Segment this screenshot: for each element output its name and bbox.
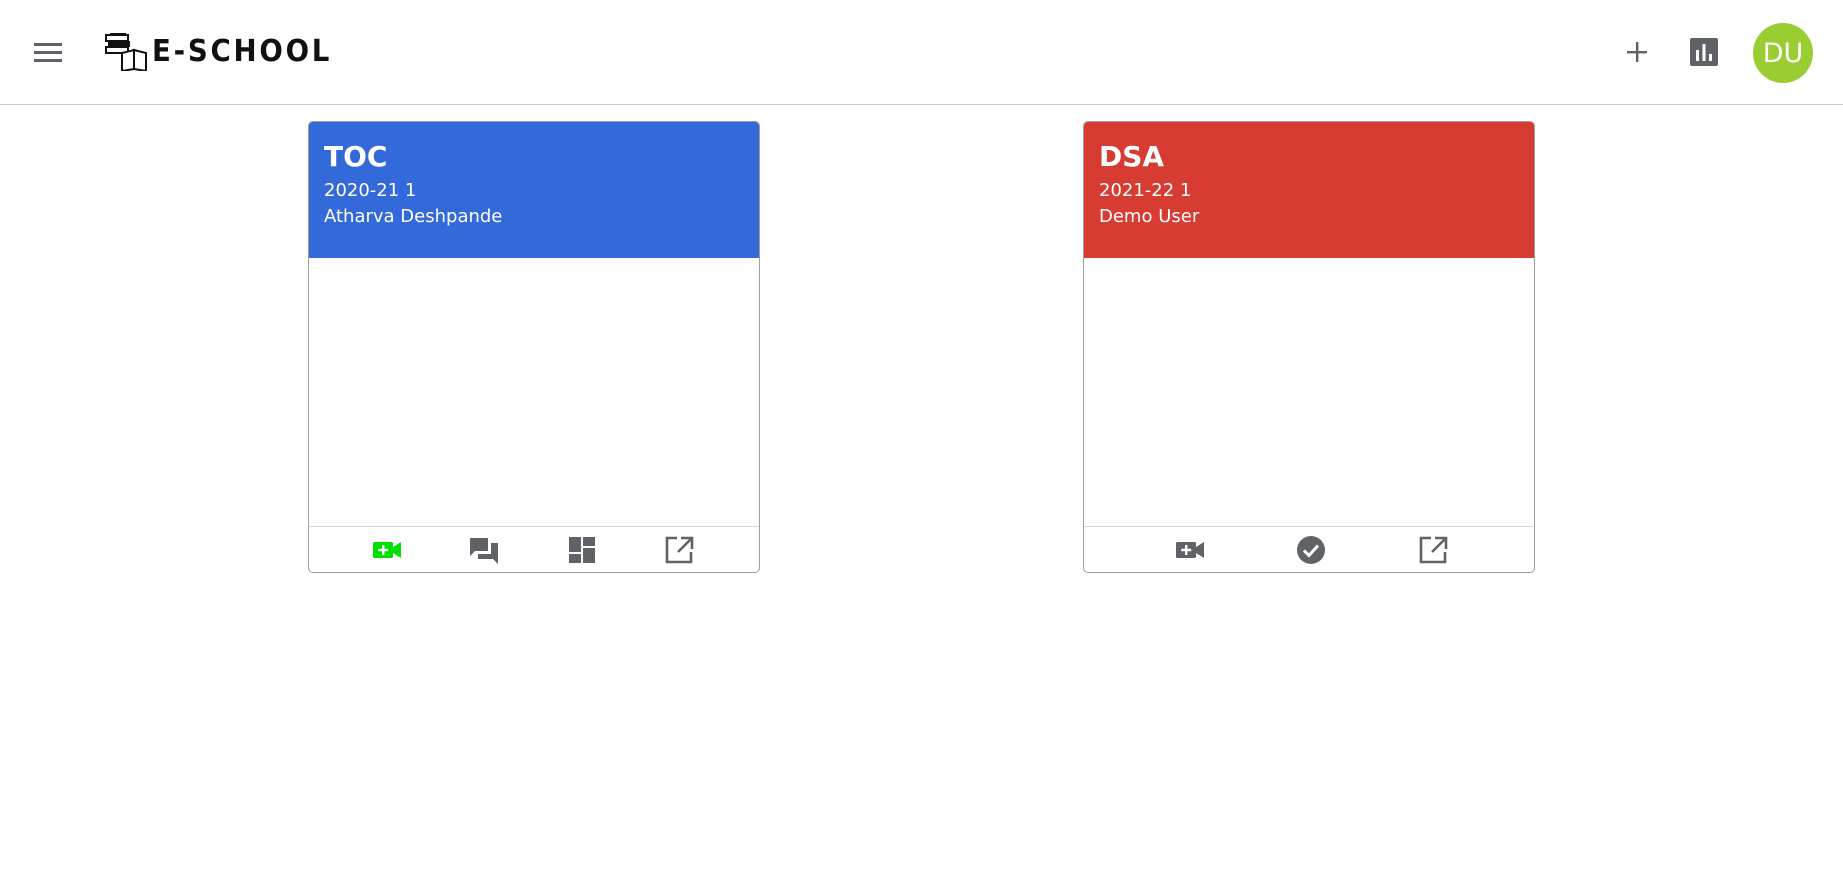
class-teacher: Demo User	[1099, 206, 1200, 227]
class-card-header[interactable]: DSA 2021-22 1 Demo User	[1084, 122, 1534, 258]
user-avatar[interactable]: DU	[1753, 23, 1813, 83]
class-card-header[interactable]: TOC 2020-21 1 Atharva Deshpande	[309, 122, 759, 258]
class-year: 2020-21 1	[324, 180, 417, 201]
plus-icon[interactable]	[1619, 34, 1655, 70]
top-app-bar: E-SCHOOL DU	[0, 0, 1843, 105]
dashboard-icon[interactable]	[566, 535, 598, 565]
class-year: 2021-22 1	[1099, 180, 1192, 201]
class-card-actions	[309, 526, 759, 572]
app-title: E-SCHOOL	[152, 33, 333, 69]
class-name[interactable]: DSA	[1099, 140, 1519, 174]
video-call-add-icon[interactable]	[1174, 535, 1206, 565]
check-circle-icon[interactable]	[1295, 535, 1327, 565]
hamburger-menu-icon[interactable]	[28, 34, 68, 70]
class-card-toc: TOC 2020-21 1 Atharva Deshpande	[308, 121, 760, 573]
app-logo[interactable]: E-SCHOOL	[104, 30, 348, 73]
class-card-dsa: DSA 2021-22 1 Demo User	[1083, 121, 1535, 573]
forum-icon[interactable]	[468, 535, 500, 565]
bar-chart-icon[interactable]	[1688, 36, 1720, 68]
open-in-new-icon[interactable]	[663, 535, 695, 565]
class-name[interactable]: TOC	[324, 140, 744, 174]
books-logo-icon	[104, 31, 148, 73]
open-in-new-icon[interactable]	[1417, 535, 1449, 565]
class-teacher: Atharva Deshpande	[324, 206, 503, 227]
class-card-actions	[1084, 526, 1534, 572]
video-call-add-icon[interactable]	[371, 535, 403, 565]
